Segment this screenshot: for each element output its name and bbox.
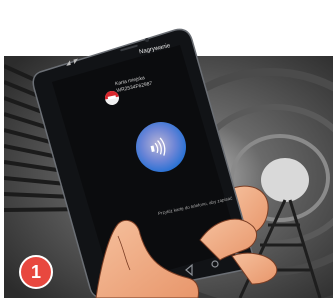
step-number-badge: 1 [19, 255, 53, 289]
step-number: 1 [30, 261, 41, 282]
nfc-caption: Przyłóż kartę do telefonu, aby zapisać [157, 195, 233, 217]
